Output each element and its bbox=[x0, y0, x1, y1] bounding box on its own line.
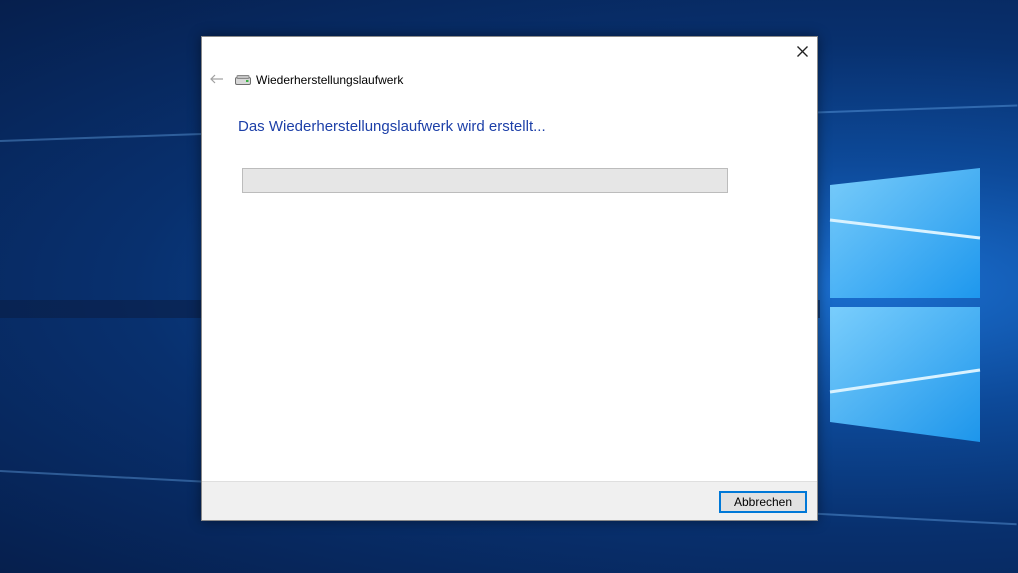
windows-logo bbox=[829, 168, 981, 442]
dialog-title: Wiederherstellungslaufwerk bbox=[256, 73, 404, 87]
close-icon bbox=[796, 45, 808, 57]
cancel-button[interactable]: Abbrechen bbox=[719, 491, 807, 513]
recovery-drive-dialog: Wiederherstellungslaufwerk Das Wiederher… bbox=[201, 36, 818, 521]
drive-icon bbox=[235, 74, 251, 86]
dialog-title-bar: Wiederherstellungslaufwerk bbox=[235, 72, 403, 88]
close-button[interactable] bbox=[787, 37, 817, 65]
back-button[interactable] bbox=[208, 71, 226, 87]
back-arrow-icon bbox=[210, 74, 223, 84]
progress-bar bbox=[242, 168, 728, 193]
dialog-footer: Abbrechen bbox=[202, 481, 817, 520]
page-heading: Das Wiederherstellungslaufwerk wird erst… bbox=[238, 118, 546, 135]
